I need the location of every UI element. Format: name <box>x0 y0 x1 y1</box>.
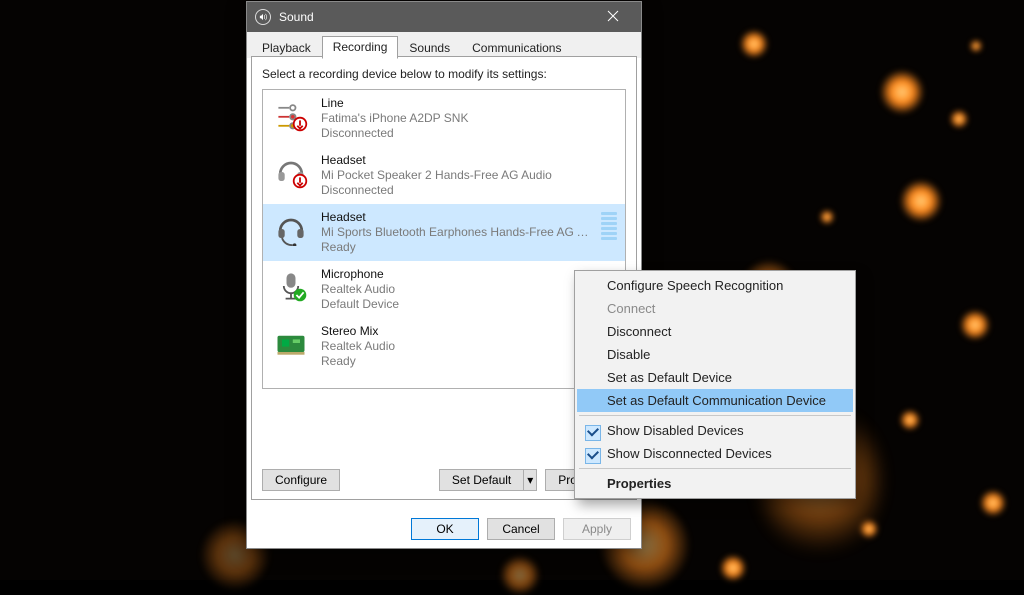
device-sub: Fatima's iPhone A2DP SNK <box>321 111 617 126</box>
sound-card-icon <box>271 324 311 363</box>
configure-button[interactable]: Configure <box>262 469 340 491</box>
headset-icon <box>271 153 311 192</box>
device-sub: Mi Pocket Speaker 2 Hands-Free AG Audio <box>321 168 617 183</box>
level-meter <box>601 210 617 240</box>
ok-button[interactable]: OK <box>411 518 479 540</box>
device-row[interactable]: Line Fatima's iPhone A2DP SNK Disconnect… <box>263 90 625 147</box>
device-status: Ready <box>321 240 591 255</box>
device-list[interactable]: Line Fatima's iPhone A2DP SNK Disconnect… <box>262 89 626 389</box>
device-row-selected[interactable]: Headset Mi Sports Bluetooth Earphones Ha… <box>263 204 625 261</box>
menu-configure-speech[interactable]: Configure Speech Recognition <box>577 274 853 297</box>
instruction-text: Select a recording device below to modif… <box>262 67 626 81</box>
device-status: Ready <box>321 354 617 369</box>
menu-show-disconnected[interactable]: Show Disconnected Devices <box>577 442 853 465</box>
device-sub: Mi Sports Bluetooth Earphones Hands-Free… <box>321 225 591 240</box>
device-name: Microphone <box>321 267 617 282</box>
device-status: Default Device <box>321 297 617 312</box>
menu-show-disabled[interactable]: Show Disabled Devices <box>577 419 853 442</box>
microphone-icon <box>271 267 311 306</box>
tab-recording[interactable]: Recording <box>322 36 399 59</box>
device-sub: Realtek Audio <box>321 339 617 354</box>
device-name: Headset <box>321 153 617 168</box>
tabstrip: Playback Recording Sounds Communications <box>247 32 641 58</box>
chevron-down-icon: ▾ <box>527 473 533 487</box>
menu-separator <box>579 415 851 416</box>
device-status: Disconnected <box>321 126 617 141</box>
menu-separator <box>579 468 851 469</box>
menu-set-default-comm[interactable]: Set as Default Communication Device <box>577 389 853 412</box>
headset-icon <box>271 210 311 249</box>
set-default-split-button[interactable]: Set Default ▾ <box>439 469 537 491</box>
device-status: Disconnected <box>321 183 617 198</box>
device-name: Stereo Mix <box>321 324 617 339</box>
menu-connect[interactable]: Connect <box>577 297 853 320</box>
set-default-button[interactable]: Set Default <box>439 469 524 491</box>
menu-set-default[interactable]: Set as Default Device <box>577 366 853 389</box>
device-row[interactable]: Microphone Realtek Audio Default Device <box>263 261 625 318</box>
close-icon <box>607 10 619 25</box>
device-name: Line <box>321 96 617 111</box>
window-title: Sound <box>279 10 314 24</box>
apply-button[interactable]: Apply <box>563 518 631 540</box>
device-row[interactable]: Headset Mi Pocket Speaker 2 Hands-Free A… <box>263 147 625 204</box>
cancel-button[interactable]: Cancel <box>487 518 555 540</box>
titlebar[interactable]: Sound <box>247 2 641 32</box>
sound-icon <box>255 9 271 25</box>
device-row[interactable]: Stereo Mix Realtek Audio Ready <box>263 318 625 375</box>
line-in-icon <box>271 96 311 135</box>
device-name: Headset <box>321 210 591 225</box>
menu-properties[interactable]: Properties <box>577 472 853 495</box>
device-sub: Realtek Audio <box>321 282 617 297</box>
menu-disable[interactable]: Disable <box>577 343 853 366</box>
close-button[interactable] <box>593 2 633 32</box>
menu-disconnect[interactable]: Disconnect <box>577 320 853 343</box>
context-menu[interactable]: Configure Speech Recognition Connect Dis… <box>574 270 856 499</box>
set-default-dropdown[interactable]: ▾ <box>524 469 537 491</box>
